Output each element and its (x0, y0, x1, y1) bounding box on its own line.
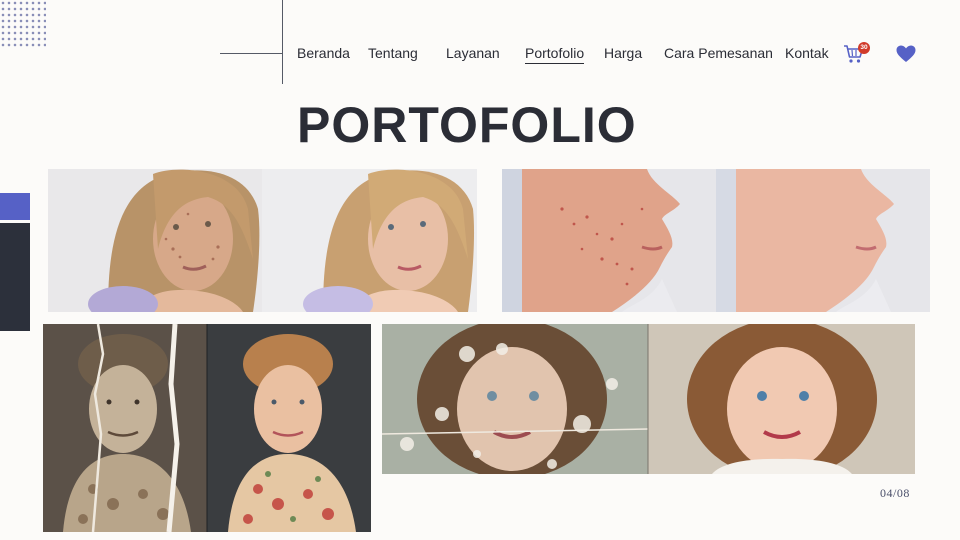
vertical-divider (282, 0, 283, 84)
dark-accent-bar (0, 223, 30, 331)
acne-portrait-before-after-image (48, 169, 477, 312)
acne-profile-before-after-image (502, 169, 930, 312)
page-title: PORTOFOLIO (297, 97, 637, 153)
nav-layanan[interactable]: Layanan (446, 45, 500, 61)
nav-cara-pemesanan[interactable]: Cara Pemesanan (664, 45, 773, 61)
dot-pattern-decoration (0, 0, 46, 48)
child-photo-colorization-image (382, 324, 915, 474)
nav-tentang[interactable]: Tentang (368, 45, 418, 61)
torn-photo-restoration-image (43, 324, 371, 532)
nav-kontak[interactable]: Kontak (785, 45, 829, 61)
cart-count-badge: 30 (858, 42, 870, 54)
nav-portofolio[interactable]: Portofolio (525, 45, 585, 64)
nav-beranda[interactable]: Beranda (297, 45, 350, 61)
accent-bar (0, 193, 30, 220)
horizontal-divider (220, 53, 282, 54)
nav-harga[interactable]: Harga (604, 45, 642, 61)
heart-icon[interactable] (896, 45, 916, 63)
page-number: 04/08 (880, 486, 910, 500)
